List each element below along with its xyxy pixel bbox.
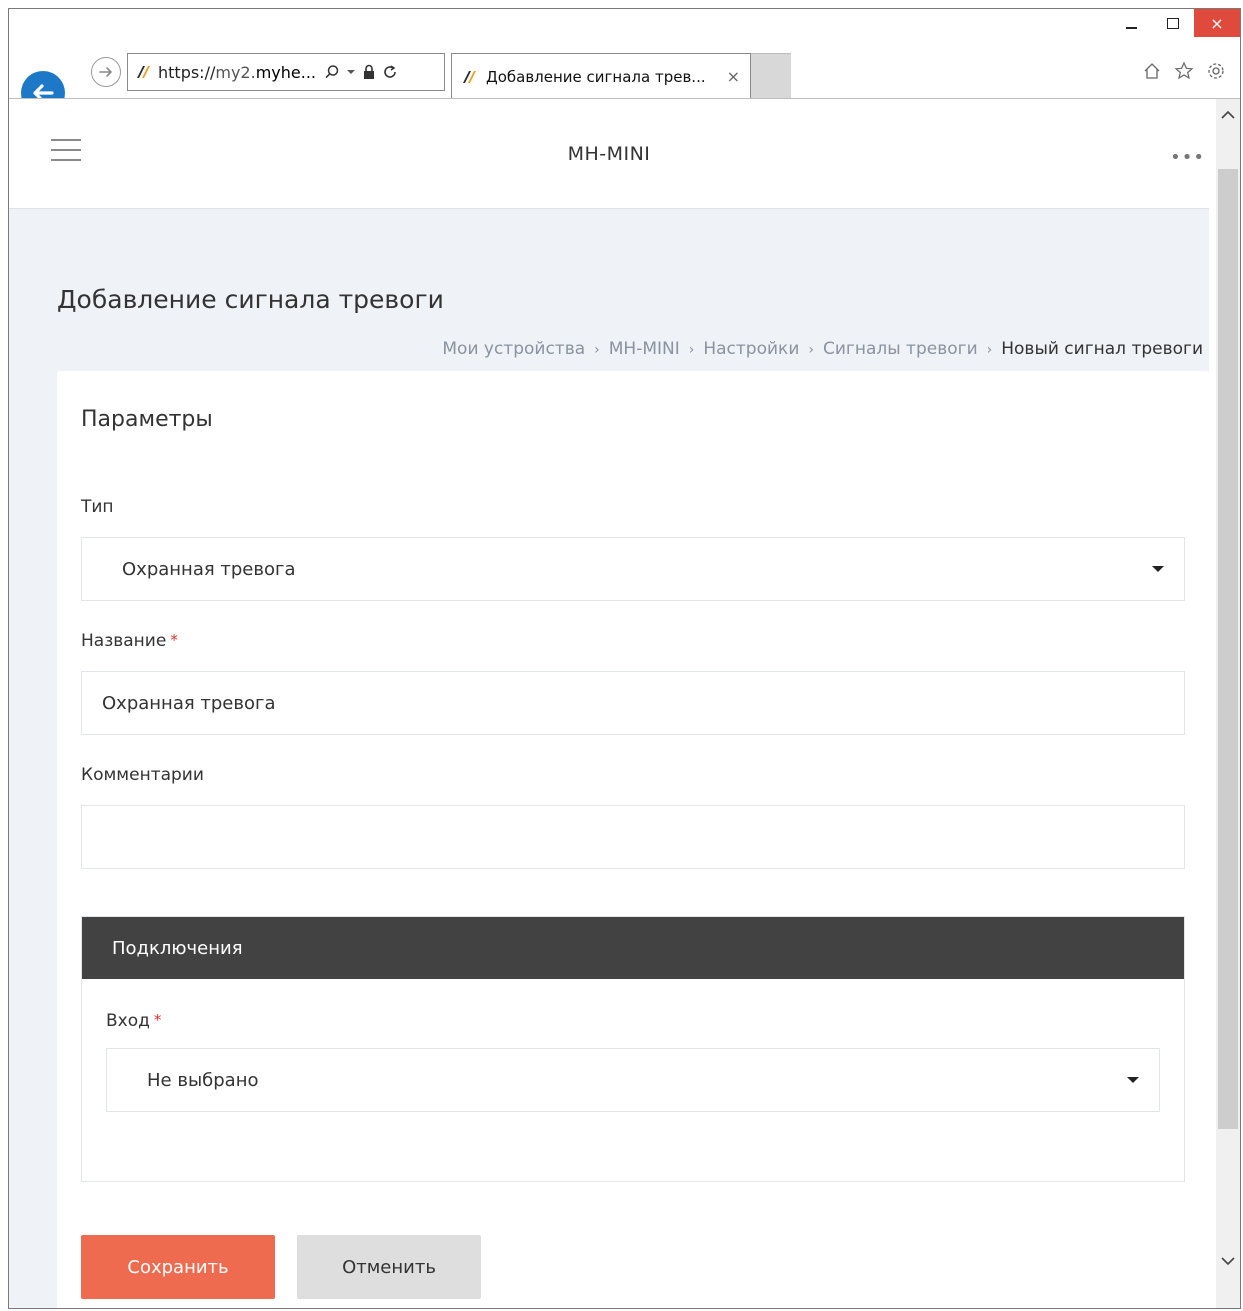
- chevron-down-icon[interactable]: [346, 68, 356, 76]
- app-title: MH-MINI: [567, 143, 651, 165]
- close-window-button[interactable]: ×: [1194, 9, 1240, 37]
- close-icon: ×: [1210, 13, 1224, 33]
- caret-down-icon: [1127, 1077, 1139, 1083]
- search-icon[interactable]: [324, 64, 340, 80]
- input-select-value: Не выбрано: [147, 1069, 259, 1091]
- input-label-text: Вход: [106, 1011, 150, 1031]
- url-scheme: https://: [158, 62, 216, 82]
- site-favicon-icon: [137, 66, 150, 78]
- breadcrumb-item-device[interactable]: MH-MINI: [609, 339, 680, 359]
- more-icon[interactable]: •••: [1170, 147, 1205, 168]
- connections-panel: Подключения Вход * Не выбрано: [81, 916, 1185, 1182]
- address-icons: [324, 64, 398, 80]
- type-label: Тип: [81, 497, 114, 517]
- page-content: MH-MINI ••• Добавление сигнала тревоги М…: [9, 99, 1209, 1308]
- required-mark: *: [153, 1011, 162, 1029]
- url-host: myhe...: [255, 62, 316, 82]
- forward-arrow-icon: [99, 67, 112, 77]
- gear-icon[interactable]: [1206, 61, 1226, 81]
- browser-toolbar-icons: [1142, 61, 1226, 81]
- url-text: https://my2.myhe...: [158, 63, 316, 82]
- refresh-icon[interactable]: [382, 64, 398, 80]
- caret-down-icon: [1152, 566, 1164, 572]
- section-title: Параметры: [81, 407, 213, 432]
- cancel-button[interactable]: Отменить: [297, 1235, 481, 1299]
- address-bar[interactable]: https://my2.myhe...: [127, 53, 445, 91]
- input-select[interactable]: Не выбрано: [106, 1048, 1160, 1112]
- type-select-value: Охранная тревога: [122, 558, 296, 580]
- new-tab-button[interactable]: [751, 53, 791, 100]
- tab-favicon-icon: [463, 70, 476, 83]
- comments-label: Комментарии: [81, 765, 204, 785]
- scroll-down-icon[interactable]: [1216, 1249, 1240, 1273]
- lock-icon[interactable]: [362, 64, 376, 80]
- breadcrumb: Мои устройства › MH-MINI › Настройки › Сигналы…: [442, 339, 1203, 359]
- breadcrumb-separator: ›: [986, 342, 993, 358]
- connections-header: Подключения: [82, 917, 1184, 979]
- tab-active[interactable]: Добавление сигнала трев... ×: [451, 53, 751, 99]
- comments-input[interactable]: [81, 805, 1185, 869]
- name-input[interactable]: Охранная тревога: [81, 671, 1185, 735]
- breadcrumb-separator: ›: [808, 342, 814, 358]
- tab-title: Добавление сигнала трев...: [486, 67, 706, 86]
- name-input-value: Охранная тревога: [102, 692, 276, 714]
- parameters-card: Параметры Тип Охранная тревога Название *…: [57, 371, 1209, 1308]
- minimize-icon: [1125, 27, 1137, 29]
- name-label-text: Название: [81, 631, 167, 651]
- home-icon[interactable]: [1142, 61, 1162, 81]
- breadcrumb-separator: ›: [688, 342, 695, 358]
- star-icon[interactable]: [1174, 61, 1194, 81]
- browser-chrome: × https://my2.myhe... Добавление сигнала…: [9, 9, 1240, 115]
- breadcrumb-separator: ›: [594, 342, 600, 358]
- name-label: Название *: [81, 631, 178, 651]
- minimize-button[interactable]: [1110, 9, 1152, 37]
- type-select[interactable]: Охранная тревога: [81, 537, 1185, 601]
- scroll-up-icon[interactable]: [1216, 103, 1240, 127]
- browser-window: × https://my2.myhe... Добавление сигнала…: [8, 8, 1241, 1309]
- page-title: Добавление сигнала тревоги: [57, 285, 444, 314]
- scrollbar-thumb[interactable]: [1218, 169, 1238, 1129]
- tab-close-icon[interactable]: ×: [727, 67, 740, 86]
- save-button[interactable]: Сохранить: [81, 1235, 275, 1299]
- vertical-scrollbar[interactable]: [1216, 99, 1240, 1308]
- forward-button[interactable]: [91, 57, 121, 87]
- breadcrumb-item-current: Новый сигнал тревоги: [1001, 339, 1203, 359]
- input-label: Вход *: [106, 1011, 161, 1031]
- app-header: MH-MINI •••: [9, 99, 1209, 209]
- breadcrumb-item-devices[interactable]: Мои устройства: [442, 339, 585, 359]
- breadcrumb-item-alarms[interactable]: Сигналы тревоги: [823, 339, 978, 359]
- window-controls: ×: [1110, 9, 1240, 45]
- url-host-dim: my2.: [215, 62, 256, 82]
- breadcrumb-item-settings[interactable]: Настройки: [703, 339, 799, 359]
- required-mark: *: [170, 631, 178, 649]
- maximize-icon: [1167, 17, 1179, 29]
- maximize-button[interactable]: [1152, 9, 1194, 37]
